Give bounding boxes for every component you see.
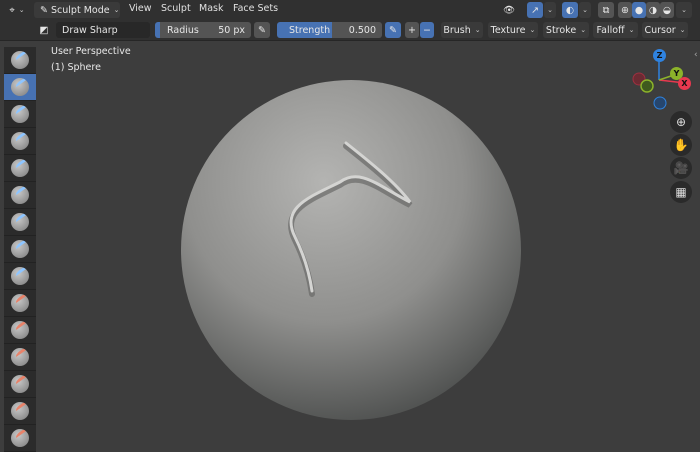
multiplane-scrape-icon [11, 402, 29, 420]
fill-icon [11, 348, 29, 366]
viewport-sphere[interactable] [0, 0, 700, 437]
grid-icon[interactable]: ▦ [670, 181, 692, 203]
tool-layer[interactable] [4, 182, 36, 209]
blob-icon [11, 240, 29, 258]
draw-sharp-icon [11, 78, 29, 96]
tool-scrape[interactable] [4, 371, 36, 398]
tool-smooth[interactable] [4, 290, 36, 317]
scrape-icon [11, 375, 29, 393]
zoom-icon[interactable]: ⊕ [670, 111, 692, 133]
draw-icon [11, 51, 29, 69]
sidebar-toggle-icon[interactable]: ‹ [694, 50, 698, 60]
tool-fill[interactable] [4, 344, 36, 371]
clay-strips-icon [11, 132, 29, 150]
tool-crease[interactable] [4, 263, 36, 290]
inflate-icon [11, 213, 29, 231]
sphere-mesh [181, 80, 521, 420]
tool-multiplane-scrape[interactable] [4, 398, 36, 425]
tool-inflate[interactable] [4, 209, 36, 236]
hand-icon[interactable]: ✋ [670, 134, 692, 156]
layer-icon [11, 186, 29, 204]
tool-draw[interactable] [4, 47, 36, 74]
clay-thumb-icon [11, 159, 29, 177]
clay-icon [11, 105, 29, 123]
smooth-icon [11, 294, 29, 312]
crease-icon [11, 267, 29, 285]
tool-blob[interactable] [4, 236, 36, 263]
pinch-icon [11, 429, 29, 447]
gizmo-z-axis[interactable]: Z [653, 49, 666, 62]
gizmo-x-axis[interactable]: X [678, 77, 691, 90]
tool-clay-strips[interactable] [4, 128, 36, 155]
tool-flatten[interactable] [4, 317, 36, 344]
camera-icon[interactable]: 🎥 [670, 157, 692, 179]
tool-clay-thumb[interactable] [4, 155, 36, 182]
tool-pinch[interactable] [4, 425, 36, 452]
object-name: (1) Sphere [51, 62, 101, 73]
tool-clay[interactable] [4, 101, 36, 128]
view-name: User Perspective [51, 46, 131, 57]
flatten-icon [11, 321, 29, 339]
tool-draw-sharp[interactable] [4, 74, 36, 101]
